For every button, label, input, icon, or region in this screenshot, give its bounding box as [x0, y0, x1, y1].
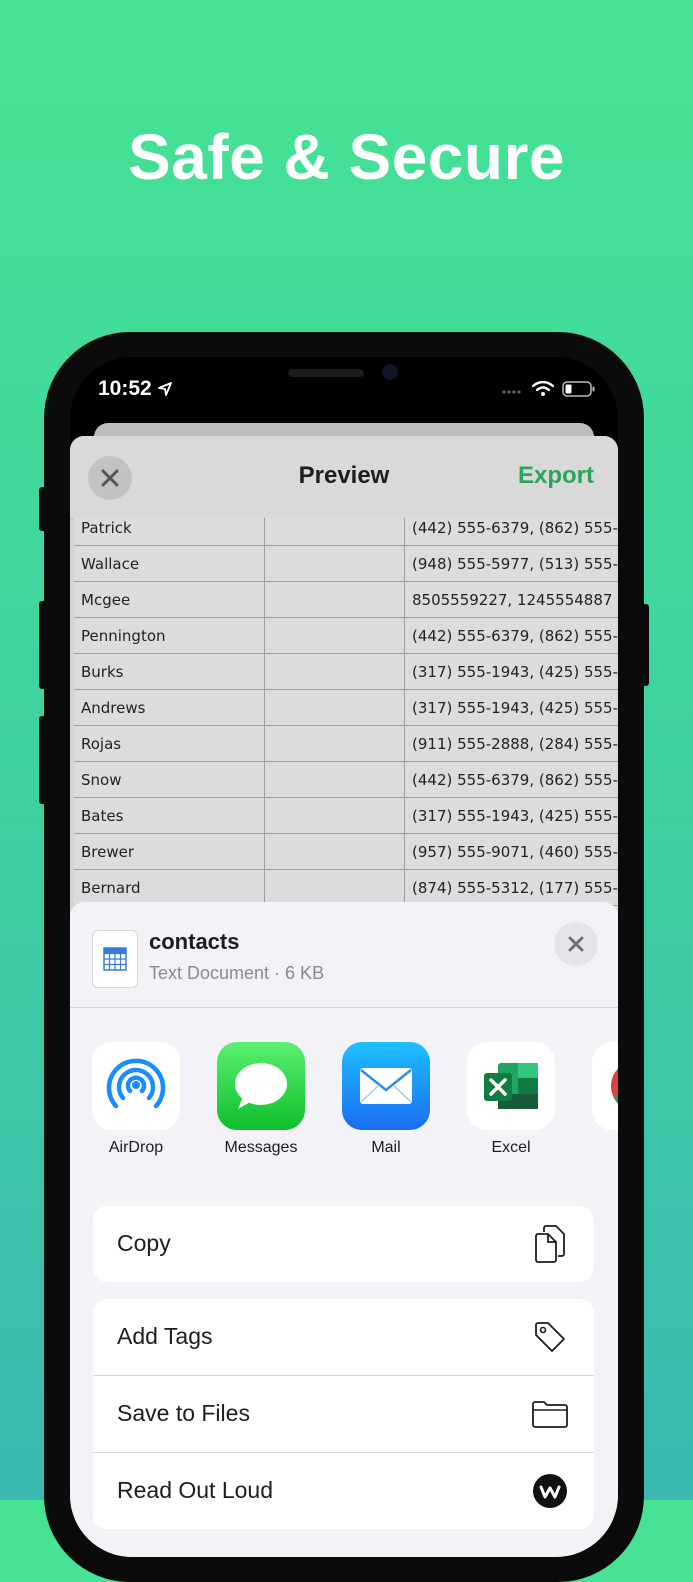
table-row: Andrews (317) 555-1943, (425) 555-	[74, 690, 618, 726]
contacts-table[interactable]: Patrick (442) 555-6379, (862) 555- Wallace…	[74, 518, 618, 918]
copy-icon	[530, 1224, 570, 1264]
signal-icon	[502, 390, 521, 394]
contact-name-cell: Bates	[81, 807, 124, 825]
document-icon	[92, 930, 138, 988]
contact-name-cell: Snow	[81, 771, 122, 789]
file-meta: Text Document · 6 KB	[149, 963, 325, 983]
airdrop-icon	[92, 1042, 180, 1130]
share-app-airdrop[interactable]: AirDrop	[86, 1042, 186, 1157]
table-row: Bernard (874) 555-5312, (177) 555-	[74, 870, 618, 906]
share-apps-row[interactable]: AirDrop Messages Mail Excel	[70, 1042, 618, 1172]
copy-action-group: Copy	[93, 1206, 594, 1282]
action-copy[interactable]: Copy	[93, 1206, 594, 1282]
action-save-to-files[interactable]: Save to Files	[93, 1376, 594, 1453]
share-divider	[70, 1007, 618, 1008]
share-sheet: contacts Text Document · 6 KB AirDrop Me…	[70, 902, 618, 1557]
table-row: Patrick (442) 555-6379, (862) 555-	[74, 518, 618, 546]
chrome-icon	[592, 1042, 618, 1130]
app-label: AirDrop	[108, 1139, 164, 1156]
app-label: Messages	[224, 1139, 298, 1156]
share-app-excel[interactable]: Excel	[461, 1042, 561, 1157]
contact-phones-cell: (442) 555-6379, (862) 555-	[412, 771, 618, 789]
read-aloud-icon	[530, 1471, 570, 1511]
contact-phones-cell: (317) 555-1943, (425) 555-	[412, 663, 618, 681]
contact-phones-cell: (442) 555-6379, (862) 555-	[412, 519, 618, 537]
status-time: 10:52	[98, 377, 172, 401]
status-indicators	[502, 381, 596, 397]
messages-icon	[217, 1042, 305, 1130]
contact-name-cell: Wallace	[81, 555, 140, 573]
excel-icon	[467, 1042, 555, 1130]
folder-icon	[530, 1394, 570, 1434]
close-icon	[568, 936, 584, 952]
share-close-button[interactable]	[554, 922, 598, 966]
app-label: Mail	[371, 1139, 401, 1156]
contact-name-cell: Brewer	[81, 843, 135, 861]
table-row: Burks (317) 555-1943, (425) 555-	[74, 654, 618, 690]
location-arrow-icon	[157, 382, 172, 396]
share-app-messages[interactable]: Messages	[211, 1042, 311, 1157]
table-row: Bates (317) 555-1943, (425) 555-	[74, 798, 618, 834]
share-app-mail[interactable]: Mail	[336, 1042, 436, 1157]
tag-icon	[530, 1317, 570, 1357]
action-read-out-loud[interactable]: Read Out Loud	[93, 1453, 594, 1529]
contact-name-cell: Mcgee	[81, 591, 131, 609]
headline: Safe & Secure	[128, 121, 565, 193]
speaker	[288, 369, 364, 377]
contact-phones-cell: (957) 555-9071, (460) 555-	[412, 843, 618, 861]
front-camera	[382, 364, 398, 380]
contact-phones-cell: (317) 555-1943, (425) 555-	[412, 807, 618, 825]
contact-name-cell: Pennington	[81, 627, 166, 645]
notch	[190, 357, 498, 399]
contact-name-cell: Patrick	[81, 519, 132, 537]
contact-phones-cell: (317) 555-1943, (425) 555-	[412, 699, 618, 717]
actions-group: Add Tags Save to Files Read Out Loud	[93, 1299, 594, 1529]
action-label: Add Tags	[117, 1323, 213, 1349]
app-label: C	[586, 1139, 618, 1157]
preview-header: Preview Export	[70, 436, 618, 519]
export-button[interactable]: Export	[518, 462, 594, 490]
action-label: Copy	[117, 1230, 171, 1256]
table-row: Brewer (957) 555-9071, (460) 555-	[74, 834, 618, 870]
contact-phones-cell: (948) 555-5977, (513) 555-	[412, 555, 618, 573]
app-label: Excel	[491, 1139, 531, 1156]
contact-name-cell: Burks	[81, 663, 124, 681]
table-row: Wallace (948) 555-5977, (513) 555-	[74, 546, 618, 582]
wifi-icon	[532, 381, 554, 396]
contact-name-cell: Andrews	[81, 699, 146, 717]
battery-icon	[562, 381, 595, 397]
action-label: Save to Files	[117, 1400, 250, 1426]
contact-phones-cell: 8505559227, 1245554887	[412, 591, 613, 609]
action-add-tags[interactable]: Add Tags	[93, 1299, 594, 1376]
share-app-chrome[interactable]: C	[586, 1042, 618, 1157]
table-row: Mcgee 8505559227, 1245554887	[74, 582, 618, 618]
contact-name-cell: Bernard	[81, 879, 141, 897]
file-name: contacts	[149, 929, 240, 954]
contact-phones-cell: (442) 555-6379, (862) 555-	[412, 627, 618, 645]
table-row: Rojas (911) 555-2888, (284) 555-	[74, 726, 618, 762]
contact-phones-cell: (874) 555-5312, (177) 555-	[412, 879, 618, 897]
table-row: Pennington (442) 555-6379, (862) 555-	[74, 618, 618, 654]
contact-name-cell: Rojas	[81, 735, 122, 753]
table-row: Snow (442) 555-6379, (862) 555-	[74, 762, 618, 798]
mail-icon	[342, 1042, 430, 1130]
contact-phones-cell: (911) 555-2888, (284) 555-	[412, 735, 618, 753]
phone-screen: 10:52 Preview Export Patrick (442) 555-6…	[70, 357, 618, 1557]
